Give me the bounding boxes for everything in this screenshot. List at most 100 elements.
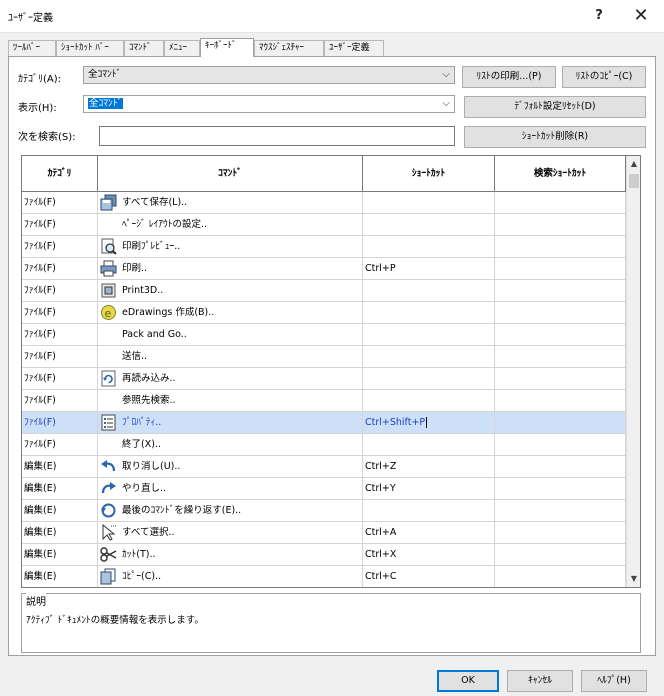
cell-category[interactable]: ﾌｧｲﾙ(F)	[22, 280, 98, 301]
copy-list-button[interactable]: ﾘｽﾄのｺﾋﾟｰ(C)	[562, 66, 646, 88]
table-row[interactable]: ﾌｧｲﾙ(F) 送信..	[22, 346, 626, 368]
table-row[interactable]: 編集(E) ｶｯﾄ(T).. Ctrl+X	[22, 544, 626, 566]
tab-mouse-gestures[interactable]: ﾏｳｽｼﾞｪｽﾁｬｰ	[254, 40, 324, 56]
table-row[interactable]: ﾌｧｲﾙ(F) Pack and Go..	[22, 324, 626, 346]
cell-search-shortcut[interactable]	[495, 302, 626, 323]
cell-command[interactable]: 終了(X)..	[98, 434, 363, 455]
cell-category[interactable]: 編集(E)	[22, 566, 98, 587]
cell-shortcut[interactable]: Ctrl+Shift+P	[363, 412, 495, 433]
cell-shortcut[interactable]: Ctrl+P	[363, 258, 495, 279]
cell-search-shortcut[interactable]	[495, 478, 626, 499]
column-header-category[interactable]: ｶﾃｺﾞﾘ	[22, 156, 98, 191]
table-row[interactable]: ﾌｧｲﾙ(F) 印刷.. Ctrl+P	[22, 258, 626, 280]
cell-shortcut[interactable]: Ctrl+X	[363, 544, 495, 565]
cell-category[interactable]: ﾌｧｲﾙ(F)	[22, 390, 98, 411]
tab-shortcut-bar[interactable]: ｼｮｰﾄｶｯﾄ ﾊﾞｰ	[56, 40, 124, 56]
cell-search-shortcut[interactable]	[495, 192, 626, 213]
cell-category[interactable]: 編集(E)	[22, 544, 98, 565]
cell-command[interactable]: ﾍﾟｰｼﾞ ﾚｲｱｳﾄの設定..	[98, 214, 363, 235]
cell-shortcut[interactable]	[363, 192, 495, 213]
cell-command[interactable]: ｺﾋﾟｰ(C)..	[98, 566, 363, 587]
cell-category[interactable]: ﾌｧｲﾙ(F)	[22, 324, 98, 345]
cell-shortcut[interactable]	[363, 302, 495, 323]
cell-shortcut[interactable]	[363, 390, 495, 411]
cell-command[interactable]: ｶｯﾄ(T)..	[98, 544, 363, 565]
cell-category[interactable]: 編集(E)	[22, 478, 98, 499]
cancel-button[interactable]: ｷｬﾝｾﾙ	[507, 670, 573, 692]
cell-search-shortcut[interactable]	[495, 236, 626, 257]
column-header-search-shortcut[interactable]: 検索ｼｮｰﾄｶｯﾄ	[495, 156, 626, 191]
cell-category[interactable]: ﾌｧｲﾙ(F)	[22, 192, 98, 213]
cell-category[interactable]: ﾌｧｲﾙ(F)	[22, 346, 98, 367]
cell-command[interactable]: 印刷ﾌﾟﾚﾋﾞｭｰ..	[98, 236, 363, 257]
column-header-shortcut[interactable]: ｼｮｰﾄｶｯﾄ	[363, 156, 495, 191]
table-row[interactable]: 編集(E) やり直し.. Ctrl+Y	[22, 478, 626, 500]
cell-command[interactable]: Pack and Go..	[98, 324, 363, 345]
table-row[interactable]: ﾌｧｲﾙ(F) 再読み込み..	[22, 368, 626, 390]
tab-keyboard[interactable]: ｷｰﾎﾞｰﾄﾞ	[200, 38, 254, 57]
cell-search-shortcut[interactable]	[495, 324, 626, 345]
tab-commands[interactable]: ｺﾏﾝﾄﾞ	[124, 40, 164, 56]
cell-search-shortcut[interactable]	[495, 214, 626, 235]
tab-toolbar[interactable]: ﾂｰﾙﾊﾞｰ	[8, 40, 56, 56]
tab-customize[interactable]: ﾕｰｻﾞｰ定義	[324, 40, 384, 56]
cell-shortcut[interactable]: Ctrl+Y	[363, 478, 495, 499]
cell-shortcut[interactable]	[363, 236, 495, 257]
cell-category[interactable]: ﾌｧｲﾙ(F)	[22, 412, 98, 433]
cell-category[interactable]: 編集(E)	[22, 500, 98, 521]
cell-category[interactable]: ﾌｧｲﾙ(F)	[22, 236, 98, 257]
cell-shortcut[interactable]	[363, 280, 495, 301]
delete-shortcut-button[interactable]: ｼｮｰﾄｶｯﾄ削除(R)	[464, 126, 646, 148]
cell-search-shortcut[interactable]	[495, 346, 626, 367]
cell-search-shortcut[interactable]	[495, 390, 626, 411]
table-row[interactable]: ﾌｧｲﾙ(F) e eDrawings 作成(B)..	[22, 302, 626, 324]
cell-category[interactable]: ﾌｧｲﾙ(F)	[22, 434, 98, 455]
cell-shortcut[interactable]	[363, 500, 495, 521]
cell-command[interactable]: やり直し..	[98, 478, 363, 499]
table-row[interactable]: ﾌｧｲﾙ(F) 終了(X)..	[22, 434, 626, 456]
cell-shortcut[interactable]	[363, 368, 495, 389]
cell-command[interactable]: 再読み込み..	[98, 368, 363, 389]
cell-command[interactable]: 送信..	[98, 346, 363, 367]
cell-search-shortcut[interactable]	[495, 522, 626, 543]
help-button[interactable]: ﾍﾙﾌﾟ(H)	[581, 670, 647, 692]
cell-shortcut[interactable]: Ctrl+Z	[363, 456, 495, 477]
cell-shortcut[interactable]	[363, 434, 495, 455]
cell-command[interactable]: すべて選択..	[98, 522, 363, 543]
cell-category[interactable]: ﾌｧｲﾙ(F)	[22, 368, 98, 389]
scroll-up-icon[interactable]: ▲	[627, 156, 640, 172]
table-row[interactable]: ﾌｧｲﾙ(F) ﾍﾟｰｼﾞ ﾚｲｱｳﾄの設定..	[22, 214, 626, 236]
table-row[interactable]: 編集(E) 取り消し(U).. Ctrl+Z	[22, 456, 626, 478]
tab-menus[interactable]: ﾒﾆｭｰ	[164, 40, 200, 56]
search-input[interactable]	[99, 126, 455, 146]
cell-category[interactable]: 編集(E)	[22, 522, 98, 543]
scroll-thumb[interactable]	[629, 174, 639, 188]
help-icon[interactable]: ?	[576, 0, 622, 32]
cell-category[interactable]: ﾌｧｲﾙ(F)	[22, 214, 98, 235]
table-row[interactable]: 編集(E) ｺﾋﾟｰ(C).. Ctrl+C	[22, 566, 626, 587]
cell-search-shortcut[interactable]	[495, 368, 626, 389]
cell-search-shortcut[interactable]	[495, 434, 626, 455]
vertical-scrollbar[interactable]: ▲ ▼	[626, 156, 640, 587]
cell-command[interactable]: 最後のｺﾏﾝﾄﾞを繰り返す(E)..	[98, 500, 363, 521]
print-list-button[interactable]: ﾘｽﾄの印刷...(P)	[462, 66, 556, 88]
cell-shortcut[interactable]: Ctrl+C	[363, 566, 495, 587]
cell-category[interactable]: 編集(E)	[22, 456, 98, 477]
cell-search-shortcut[interactable]	[495, 566, 626, 587]
cell-search-shortcut[interactable]	[495, 544, 626, 565]
close-icon[interactable]: ✕	[618, 0, 664, 32]
category-select[interactable]: 全ｺﾏﾝﾄﾞ ⌵	[83, 66, 455, 84]
reset-default-button[interactable]: ﾃﾞﾌｫﾙﾄ設定ﾘｾｯﾄ(D)	[464, 96, 646, 118]
cell-shortcut[interactable]	[363, 324, 495, 345]
cell-command[interactable]: ﾌﾟﾛﾊﾟﾃｨ..	[98, 412, 363, 433]
table-row[interactable]: ﾌｧｲﾙ(F) 参照先検索..	[22, 390, 626, 412]
cell-command[interactable]: 参照先検索..	[98, 390, 363, 411]
cell-search-shortcut[interactable]	[495, 500, 626, 521]
cell-search-shortcut[interactable]	[495, 280, 626, 301]
column-header-command[interactable]: ｺﾏﾝﾄﾞ	[98, 156, 363, 191]
table-row[interactable]: ﾌｧｲﾙ(F) 印刷ﾌﾟﾚﾋﾞｭｰ..	[22, 236, 626, 258]
table-row[interactable]: ﾌｧｲﾙ(F) ﾌﾟﾛﾊﾟﾃｨ.. Ctrl+Shift+P	[22, 412, 626, 434]
cell-category[interactable]: ﾌｧｲﾙ(F)	[22, 302, 98, 323]
cell-command[interactable]: e eDrawings 作成(B)..	[98, 302, 363, 323]
cell-shortcut[interactable]: Ctrl+A	[363, 522, 495, 543]
